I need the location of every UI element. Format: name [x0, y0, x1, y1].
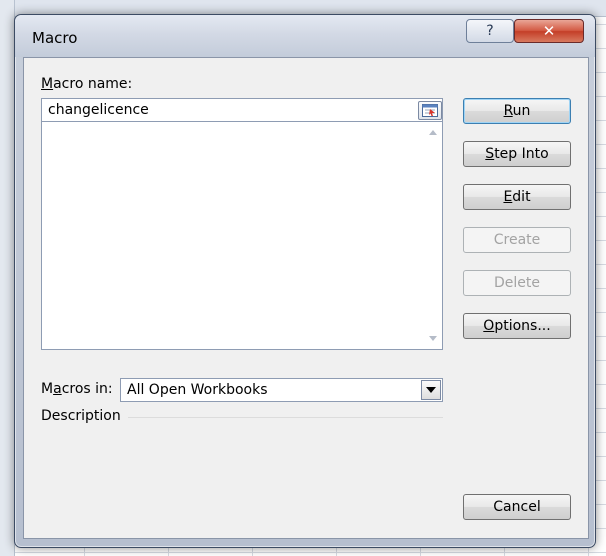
macro-list[interactable] [41, 122, 443, 350]
dialog-title: Macro [32, 29, 78, 47]
macro-dialog: Macro ? ✕ Macro name: changelicence Run … [14, 14, 596, 548]
scroll-up-icon[interactable] [429, 130, 437, 135]
macro-list-scrollbar[interactable] [424, 122, 442, 349]
edit-button[interactable]: Edit [463, 184, 571, 210]
macro-name-label: Macro name: [41, 76, 133, 92]
run-button[interactable]: Run [463, 98, 571, 124]
options-button[interactable]: Options... [463, 313, 571, 339]
macros-in-dropdown-button[interactable] [421, 380, 441, 400]
description-divider [128, 417, 443, 418]
spreadsheet-row-headers [0, 0, 15, 556]
help-button[interactable]: ? [466, 19, 514, 43]
description-label: Description [41, 408, 121, 424]
macro-name-value: changelicence [48, 102, 149, 118]
delete-button: Delete [463, 270, 571, 296]
cancel-button[interactable]: Cancel [463, 494, 571, 520]
step-into-button[interactable]: Step Into [463, 141, 571, 167]
chevron-down-icon [426, 387, 436, 393]
macros-in-select[interactable]: All Open Workbooks [120, 378, 443, 402]
dialog-body: Macro name: changelicence Run Step Into [23, 57, 589, 539]
help-icon: ? [486, 23, 494, 39]
macros-in-label: Macros in: [41, 381, 113, 397]
macro-name-input[interactable]: changelicence [41, 98, 443, 122]
close-button[interactable]: ✕ [514, 19, 584, 43]
close-icon: ✕ [542, 22, 556, 40]
macros-in-value: All Open Workbooks [127, 382, 268, 398]
create-button: Create [463, 227, 571, 253]
scroll-down-icon[interactable] [429, 336, 437, 341]
dialog-titlebar[interactable]: Macro ? ✕ [15, 15, 595, 57]
collapse-dialog-button[interactable] [418, 101, 442, 120]
collapse-dialog-icon [422, 104, 438, 117]
